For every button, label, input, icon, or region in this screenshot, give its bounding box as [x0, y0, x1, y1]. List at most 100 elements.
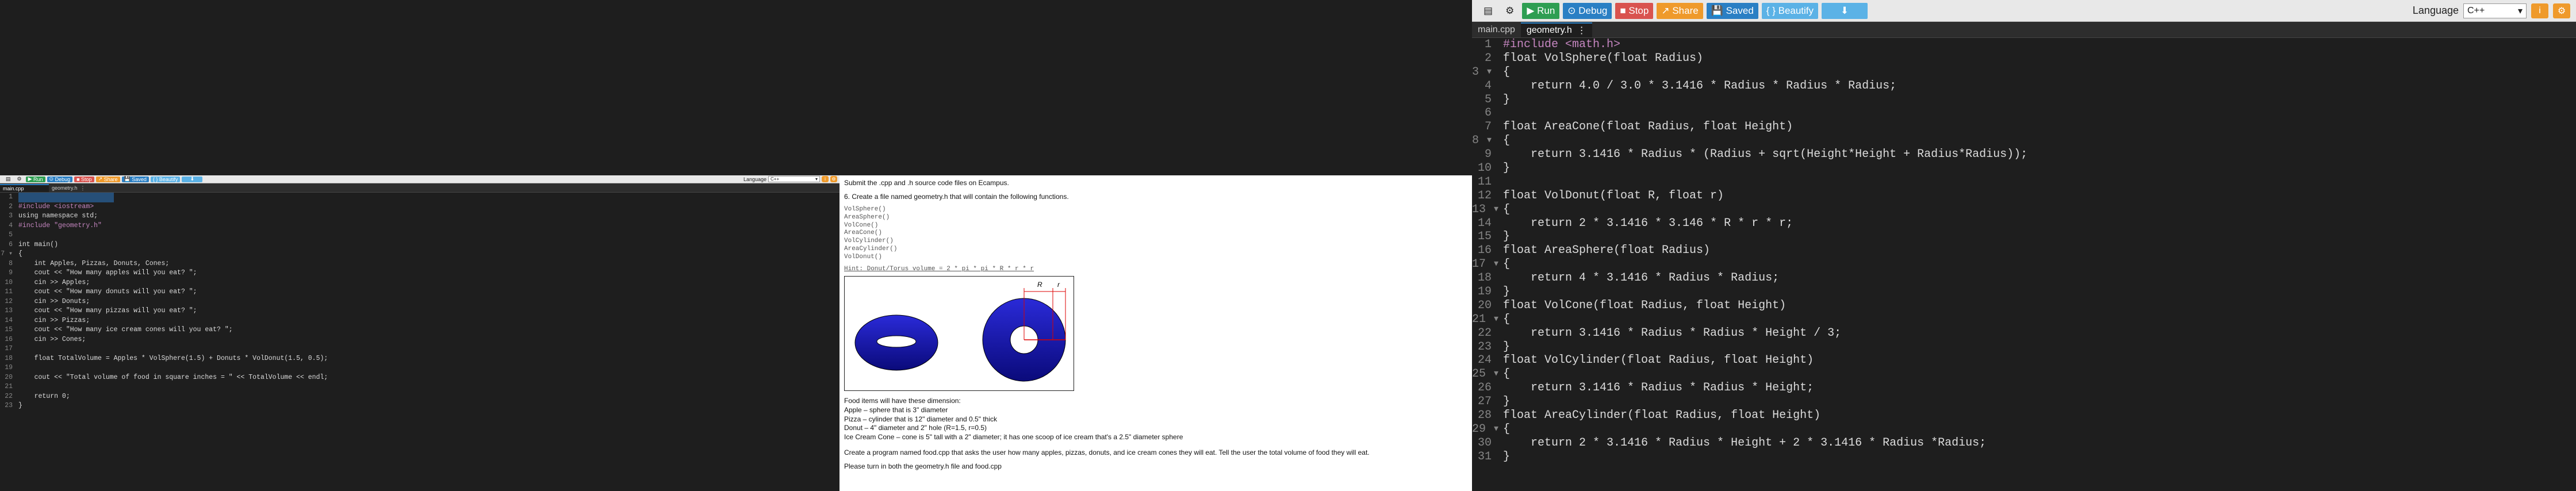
stop-label: Stop — [1628, 5, 1649, 16]
code-line: 21 ▾{ — [1472, 313, 2576, 327]
code-text: return 3.1416 * Radius * Radius * Height… — [1503, 381, 1814, 395]
language-label: Language — [743, 176, 766, 182]
language-selector: Language C++ ▾ i ⚙ — [743, 176, 837, 182]
settings-icon[interactable]: ⚙ — [15, 176, 24, 182]
code-text: #include <iostream> — [18, 202, 94, 210]
language-select[interactable]: C++ ▾ — [768, 176, 820, 182]
line-number: 14 — [1477, 216, 1492, 230]
left-ide-panel: ▤ ⚙ ▶ Run ⊙ Debug ■ Stop ↗ Share 💾 Saved… — [0, 175, 839, 491]
tab-main-cpp[interactable]: main.cpp — [1472, 22, 1521, 37]
beautify-button[interactable]: { } Beautify — [1761, 2, 1819, 19]
tab-geometry-label: geometry.h — [52, 185, 78, 191]
doc-task1: 6. Create a file named geometry.h that w… — [844, 192, 1069, 201]
info-button[interactable]: i — [822, 176, 829, 182]
language-select[interactable]: C++ ▾ — [2463, 3, 2527, 18]
share-label: Share — [103, 176, 118, 182]
donut-figure: R r — [844, 276, 1074, 392]
share-button[interactable]: ↗ Share — [95, 176, 120, 182]
code-text: { — [1503, 367, 1511, 381]
run-button[interactable]: ▶ Run — [25, 176, 45, 182]
dimension-item: Donut – 4" diameter and 2" hole (R=1.5, … — [844, 424, 987, 432]
dimensions-list: Apple – sphere that is 3" diameter Pizza … — [844, 406, 1467, 442]
file-icon[interactable]: ▤ — [1479, 3, 1497, 19]
save-button[interactable]: 💾 Saved — [1706, 2, 1758, 19]
right-toolbar: ▤ ⚙ ▶ Run ⊙ Debug ■ Stop ↗ Share 💾 Saved… — [1472, 0, 2576, 22]
more-icon[interactable]: ⋮ — [1577, 25, 1586, 36]
function-item: VolCylinder() — [844, 237, 894, 245]
save-button[interactable]: 💾 Saved — [121, 176, 149, 182]
line-number: 14 — [5, 316, 13, 324]
code-text: { — [18, 250, 22, 258]
tab-geometry-h[interactable]: geometry.h ⋮ — [49, 184, 98, 192]
code-text: float AreaCone(float Radius, float Heigh… — [1503, 120, 1793, 134]
debug-button[interactable]: ⊙ Debug — [1563, 2, 1612, 19]
code-line: 7 ▾ { — [0, 250, 839, 259]
code-text: return 4 * 3.1416 * Radius * Radius; — [1503, 271, 1780, 285]
line-number: 9 — [1484, 148, 1492, 162]
code-line: 8 ▾ { — [1472, 134, 2576, 148]
function-item: AreaSphere() — [844, 213, 890, 221]
line-number: 30 — [1477, 436, 1492, 450]
stop-button[interactable]: ■ Stop — [74, 176, 94, 182]
code-text: #include <math.h> — [1503, 38, 1621, 51]
debug-label: Debug — [1578, 5, 1608, 16]
code-line: 30 return 2 * 3.1416 * Radius * Height +… — [1472, 436, 2576, 450]
code-line: 12 cin >> Donuts; — [0, 297, 839, 307]
beautify-button[interactable]: { } Beautify — [150, 176, 181, 182]
code-text: return 3.1416 * Radius * Radius * Height… — [1503, 326, 1842, 340]
code-text: cout << "How many ice cream cones will y… — [18, 326, 233, 333]
settings-button[interactable]: ⚙ — [830, 176, 837, 182]
line-number: 3 — [9, 212, 13, 220]
code-line: 7 float AreaCone(float Radius, float Heig… — [1472, 120, 2576, 134]
line-number: 19 — [1477, 285, 1492, 299]
code-line: 18 return 4 * 3.1416 * Radius * Radius; — [1472, 271, 2576, 285]
settings-button[interactable]: ⚙ — [2553, 3, 2570, 18]
left-code-editor[interactable]: 1 2 #include <iostream> 3 using namespace s… — [0, 193, 839, 411]
file-icon[interactable]: ▤ — [3, 176, 13, 182]
line-number: 18 — [1477, 271, 1492, 285]
dimension-item: Ice Cream Cone – cone is 5" tall with a … — [844, 432, 1183, 441]
code-line: 2 float VolSphere(float Radius) — [1472, 52, 2576, 66]
code-line: 23} — [1472, 340, 2576, 354]
settings-icon[interactable]: ⚙ — [1501, 3, 1519, 19]
code-line: 5} — [1472, 93, 2576, 107]
code-line: 19} — [1472, 285, 2576, 299]
line-number: 25 ▾ — [1472, 367, 1500, 381]
download-button[interactable]: ⬇ — [1822, 2, 1868, 19]
code-line: 29 ▾{ — [1472, 423, 2576, 436]
download-button[interactable]: ⬇ — [182, 176, 203, 182]
tab-main-cpp[interactable]: main.cpp — [0, 184, 49, 192]
code-text: } — [1503, 340, 1511, 354]
run-button[interactable]: ▶ Run — [1522, 2, 1560, 19]
debug-button[interactable]: ⊙ Debug — [47, 176, 73, 182]
share-button[interactable]: ↗ Share — [1657, 2, 1703, 19]
line-number: 13 ▾ — [1472, 202, 1500, 216]
tab-geometry-h[interactable]: geometry.h ⋮ — [1520, 22, 1592, 37]
code-text: return 4.0 / 3.0 * 3.1416 * Radius * Rad… — [1503, 79, 1897, 93]
function-item: VolSphere() — [844, 206, 886, 213]
code-text: } — [1503, 450, 1511, 463]
line-number: 23 — [1477, 340, 1492, 354]
debug-label: Debug — [55, 176, 71, 182]
code-text: cin >> Apples; — [18, 278, 90, 286]
code-line: 1 — [0, 193, 839, 202]
stop-button[interactable]: ■ Stop — [1615, 2, 1654, 19]
code-line: 4 return 4.0 / 3.0 * 3.1416 * Radius * R… — [1472, 79, 2576, 93]
info-button[interactable]: i — [2531, 3, 2548, 18]
code-text: float VolCone(float Radius, float Height… — [1503, 298, 1787, 312]
donut-hint: Hint: Donut/Torus volume = 2 * pi * pi *… — [844, 266, 1034, 273]
code-line: 19 — [0, 363, 839, 373]
line-number: 26 — [1477, 381, 1492, 395]
line-number: 6 — [1484, 106, 1492, 120]
line-number: 7 — [1484, 120, 1492, 134]
line-number: 6 — [9, 240, 13, 248]
line-number: 18 — [5, 354, 13, 362]
line-number: 5 — [9, 231, 13, 239]
more-icon[interactable]: ⋮ — [80, 185, 85, 191]
left-file-tabs: main.cpp geometry.h ⋮ — [0, 183, 839, 193]
right-code-editor[interactable]: 1 #include <math.h> 2 float VolSphere(float… — [1472, 38, 2576, 464]
line-number: 23 — [5, 402, 13, 409]
line-number: 20 — [1477, 298, 1492, 312]
run-label: Run — [1537, 5, 1555, 16]
code-text: { — [1503, 312, 1511, 326]
